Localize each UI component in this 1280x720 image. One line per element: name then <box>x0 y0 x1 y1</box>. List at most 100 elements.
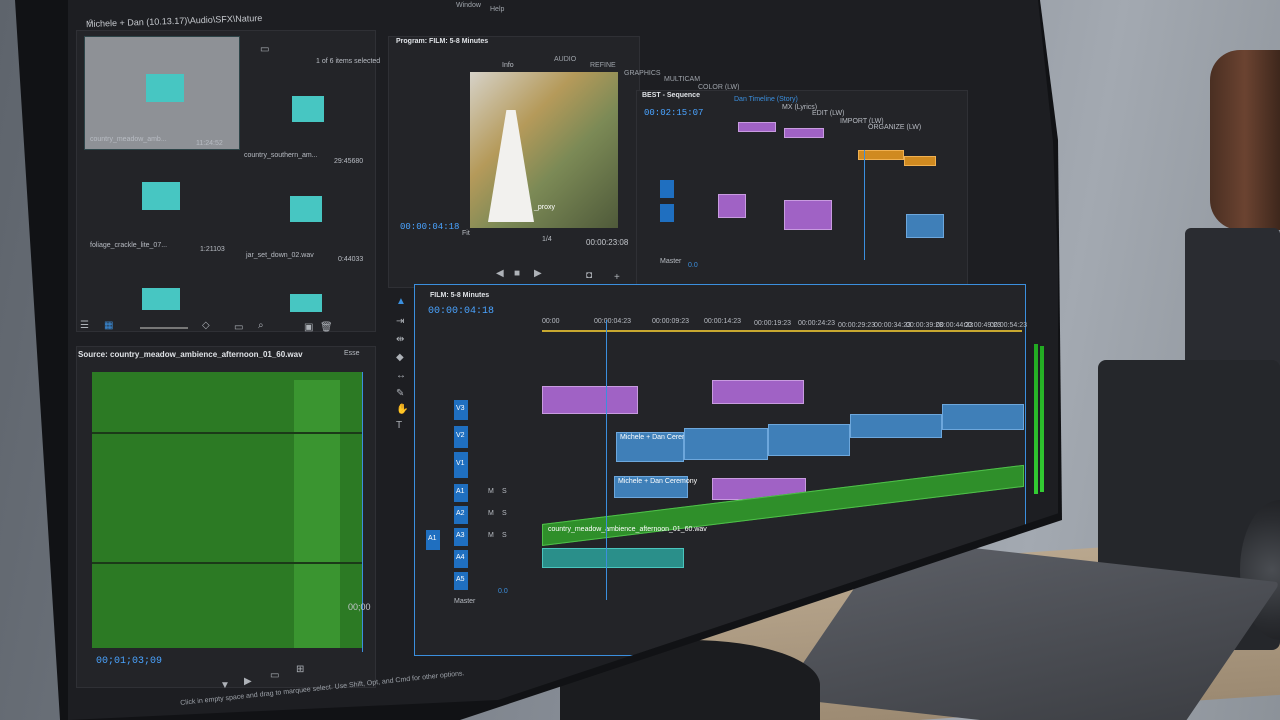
bin-item-name[interactable]: country_meadow_amb... <box>90 136 167 143</box>
slip-tool-icon[interactable]: ↔ <box>396 370 406 381</box>
bin-item-duration: 0:44033 <box>338 256 364 263</box>
track-solo-toggle[interactable]: S <box>502 488 507 495</box>
bin-item-duration: 29:45680 <box>334 158 364 165</box>
search-icon[interactable]: ⌕ <box>88 16 94 27</box>
stop-icon[interactable]: ■ <box>514 268 520 279</box>
timeline-master-value[interactable]: 0.0 <box>498 588 508 595</box>
timeline-clip[interactable] <box>850 414 942 438</box>
track-a5-label: A5 <box>456 576 465 583</box>
program-fit-select[interactable]: Fit <box>462 230 470 237</box>
workspace-tab-audio[interactable]: AUDIO <box>554 56 576 63</box>
source-monitor-tab-extra[interactable]: Esse <box>344 350 360 357</box>
type-tool-icon[interactable]: T <box>396 420 402 431</box>
bin-item-name[interactable]: jar_set_down_02.wav <box>246 252 314 259</box>
waveform-icon <box>290 294 322 312</box>
play-icon[interactable]: ▶ <box>244 676 252 687</box>
program-timecode[interactable]: 00:00:04:18 <box>400 222 459 232</box>
tab-dan-timeline[interactable]: Dan Timeline (Story) <box>734 96 798 103</box>
best-sequence-panel <box>636 90 968 288</box>
timeline-clip[interactable] <box>904 156 936 166</box>
program-info-tab[interactable]: Info <box>502 62 514 69</box>
timeline-clip[interactable] <box>542 386 638 414</box>
ripple-edit-tool-icon[interactable]: ⇹ <box>396 334 404 345</box>
play-forward-icon[interactable]: ▶ <box>534 268 542 279</box>
tab-edit[interactable]: EDIT (LW) <box>812 110 844 117</box>
ruler-tick: 00:00:14:23 <box>704 318 741 325</box>
timeline-title[interactable]: FILM: 5-8 Minutes <box>430 292 489 299</box>
menu-help[interactable]: Help <box>490 6 504 13</box>
workspace-tab-graphics[interactable]: GRAPHICS <box>624 70 661 77</box>
audio-meter-right <box>1040 346 1044 492</box>
work-area-bar[interactable] <box>542 330 1022 332</box>
zoom-slider[interactable] <box>140 327 188 329</box>
track-mute-toggle[interactable]: M <box>488 532 494 539</box>
audio-selection <box>294 380 340 648</box>
track-target-v1[interactable] <box>660 180 674 198</box>
timeline-clip[interactable] <box>712 380 804 404</box>
overwrite-icon[interactable]: ⊞ <box>296 664 304 675</box>
timeline-master-label: Master <box>454 598 476 605</box>
project-path[interactable]: Michele + Dan (10.13.17)\Audio\SFX\Natur… <box>86 13 263 29</box>
insert-icon[interactable]: ▭ <box>270 670 279 681</box>
trash-icon[interactable]: 🗑 <box>320 322 333 333</box>
bin-item-name[interactable]: country_southern_am... <box>244 152 318 159</box>
pen-tool-icon[interactable]: ✎ <box>396 388 404 399</box>
waveform-icon <box>146 74 184 102</box>
track-select-tool-icon[interactable]: ⇥ <box>396 316 404 327</box>
add-button-icon[interactable]: + <box>614 272 620 283</box>
mark-in-icon[interactable]: ▼ <box>220 680 230 691</box>
track-v1-label: V1 <box>456 460 465 467</box>
waveform-icon <box>142 288 180 310</box>
timeline-timecode[interactable]: 00:00:04:18 <box>428 306 494 317</box>
source-monitor-title[interactable]: Source: country_meadow_ambience_afternoo… <box>78 350 303 359</box>
workspace-tab-multicam[interactable]: MULTICAM <box>664 76 700 83</box>
menu-window[interactable]: Window <box>456 2 481 9</box>
source-timecode[interactable]: 00;01;03;09 <box>96 656 162 667</box>
tab-organize[interactable]: ORGANIZE (LW) <box>868 124 921 131</box>
timeline-clip[interactable] <box>942 404 1024 430</box>
step-back-icon[interactable]: ◀ <box>496 268 504 279</box>
waveform-line-right <box>92 562 362 564</box>
timeline-clip[interactable] <box>718 194 746 218</box>
program-proxy-label: _proxy <box>534 204 556 211</box>
selection-tool-icon[interactable]: ▲ <box>396 296 406 307</box>
folder-icon[interactable]: ▭ <box>234 322 243 333</box>
ruler-tick: 00:00:19:23 <box>754 320 791 327</box>
track-solo-toggle[interactable]: S <box>502 510 507 517</box>
list-view-icon[interactable]: ☰ <box>80 320 89 331</box>
timeline-clip[interactable] <box>784 200 832 230</box>
track-mute-toggle[interactable]: M <box>488 488 494 495</box>
icon-view-icon[interactable]: ▦ <box>104 320 113 331</box>
program-duration: 00:00:23:08 <box>586 238 629 247</box>
best-sequence-playhead[interactable] <box>864 150 865 260</box>
program-resolution-select[interactable]: 1/4 <box>542 236 552 243</box>
best-master-label: Master <box>660 258 682 265</box>
timeline-playhead[interactable] <box>606 320 607 600</box>
new-item-icon[interactable]: ▣ <box>304 322 313 333</box>
search-bin-icon[interactable]: ⌕ <box>258 320 264 331</box>
waveform-icon <box>292 96 324 122</box>
track-target-a1[interactable] <box>660 204 674 222</box>
program-monitor-title[interactable]: Program: FILM: 5-8 Minutes <box>396 38 488 45</box>
best-master-value[interactable]: 0.0 <box>688 262 698 269</box>
workspace-tab-refine[interactable]: REFINE <box>590 62 616 69</box>
timeline-clip[interactable] <box>738 122 776 132</box>
timeline-clip[interactable] <box>684 428 768 460</box>
bin-item-name[interactable]: foliage_crackle_lite_07... <box>90 242 167 249</box>
best-sequence-timecode[interactable]: 00:02:15:07 <box>644 108 703 118</box>
sort-icon[interactable]: ◇ <box>202 320 210 331</box>
new-bin-icon[interactable]: ▭ <box>260 44 269 55</box>
hand-tool-icon[interactable]: ✋ <box>396 404 408 415</box>
camera-icon[interactable]: ◘ <box>586 270 592 281</box>
track-mute-toggle[interactable]: M <box>488 510 494 517</box>
track-a3-label: A3 <box>456 532 465 539</box>
razor-tool-icon[interactable]: ◆ <box>396 352 404 363</box>
timeline-clip[interactable] <box>784 128 824 138</box>
clip-label: country_meadow_ambience_afternoon_01_60.… <box>548 526 707 533</box>
timeline-clip[interactable] <box>542 548 684 568</box>
best-sequence-title[interactable]: BEST - Sequence <box>642 92 700 99</box>
ruler-tick: 00:00:09:23 <box>652 318 689 325</box>
timeline-clip[interactable] <box>768 424 850 456</box>
track-solo-toggle[interactable]: S <box>502 532 507 539</box>
timeline-clip[interactable] <box>906 214 944 238</box>
